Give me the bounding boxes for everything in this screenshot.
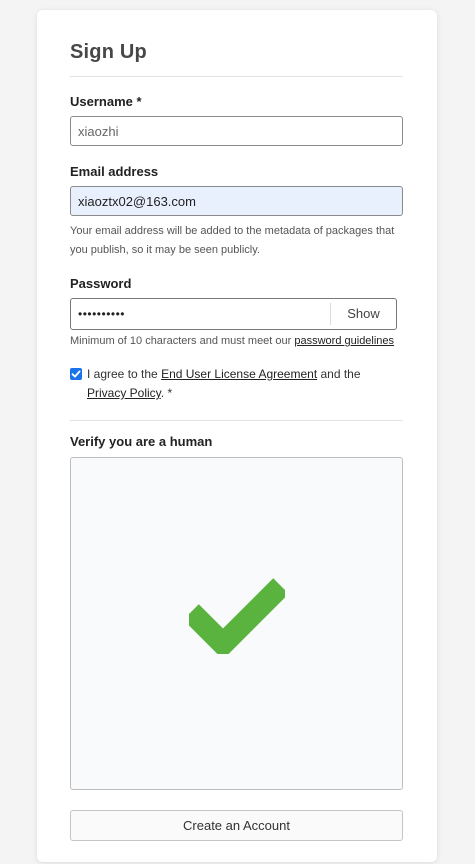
agree-checkbox[interactable] [70,368,82,380]
email-input[interactable] [70,186,403,216]
show-password-button[interactable]: Show [331,299,396,329]
password-guidelines-link[interactable]: password guidelines [294,335,394,347]
username-input[interactable] [70,116,403,146]
section-divider [70,420,403,421]
password-field[interactable]: •••••••••• Show [70,298,397,330]
checkmark-icon [189,578,285,654]
agreement-middle: and the [317,367,361,381]
password-label: Password [70,276,132,291]
checkbox-check-icon [71,370,81,378]
password-help-text: Minimum of 10 characters and must meet o… [70,332,405,351]
create-account-button[interactable]: Create an Account [70,810,403,841]
eula-link[interactable]: End User License Agreement [161,367,317,381]
agreement-text: I agree to the End User License Agreemen… [87,365,397,403]
page-title: Sign Up [70,41,147,63]
agreement-prefix: I agree to the [87,367,162,381]
email-label: Email address [70,164,159,179]
signup-card: Sign Up Username * Email address Your em… [37,10,437,862]
title-divider [70,76,403,77]
username-label: Username * [70,94,142,109]
captcha-box[interactable] [70,457,403,790]
captcha-label: Verify you are a human [70,434,213,449]
email-help-text: Your email address will be added to the … [70,225,395,256]
password-input[interactable]: •••••••••• [78,299,125,329]
privacy-policy-link[interactable]: Privacy Policy [87,386,161,400]
agreement-suffix: . * [160,386,173,400]
password-help-prefix: Minimum of 10 characters and must meet o… [70,335,295,347]
